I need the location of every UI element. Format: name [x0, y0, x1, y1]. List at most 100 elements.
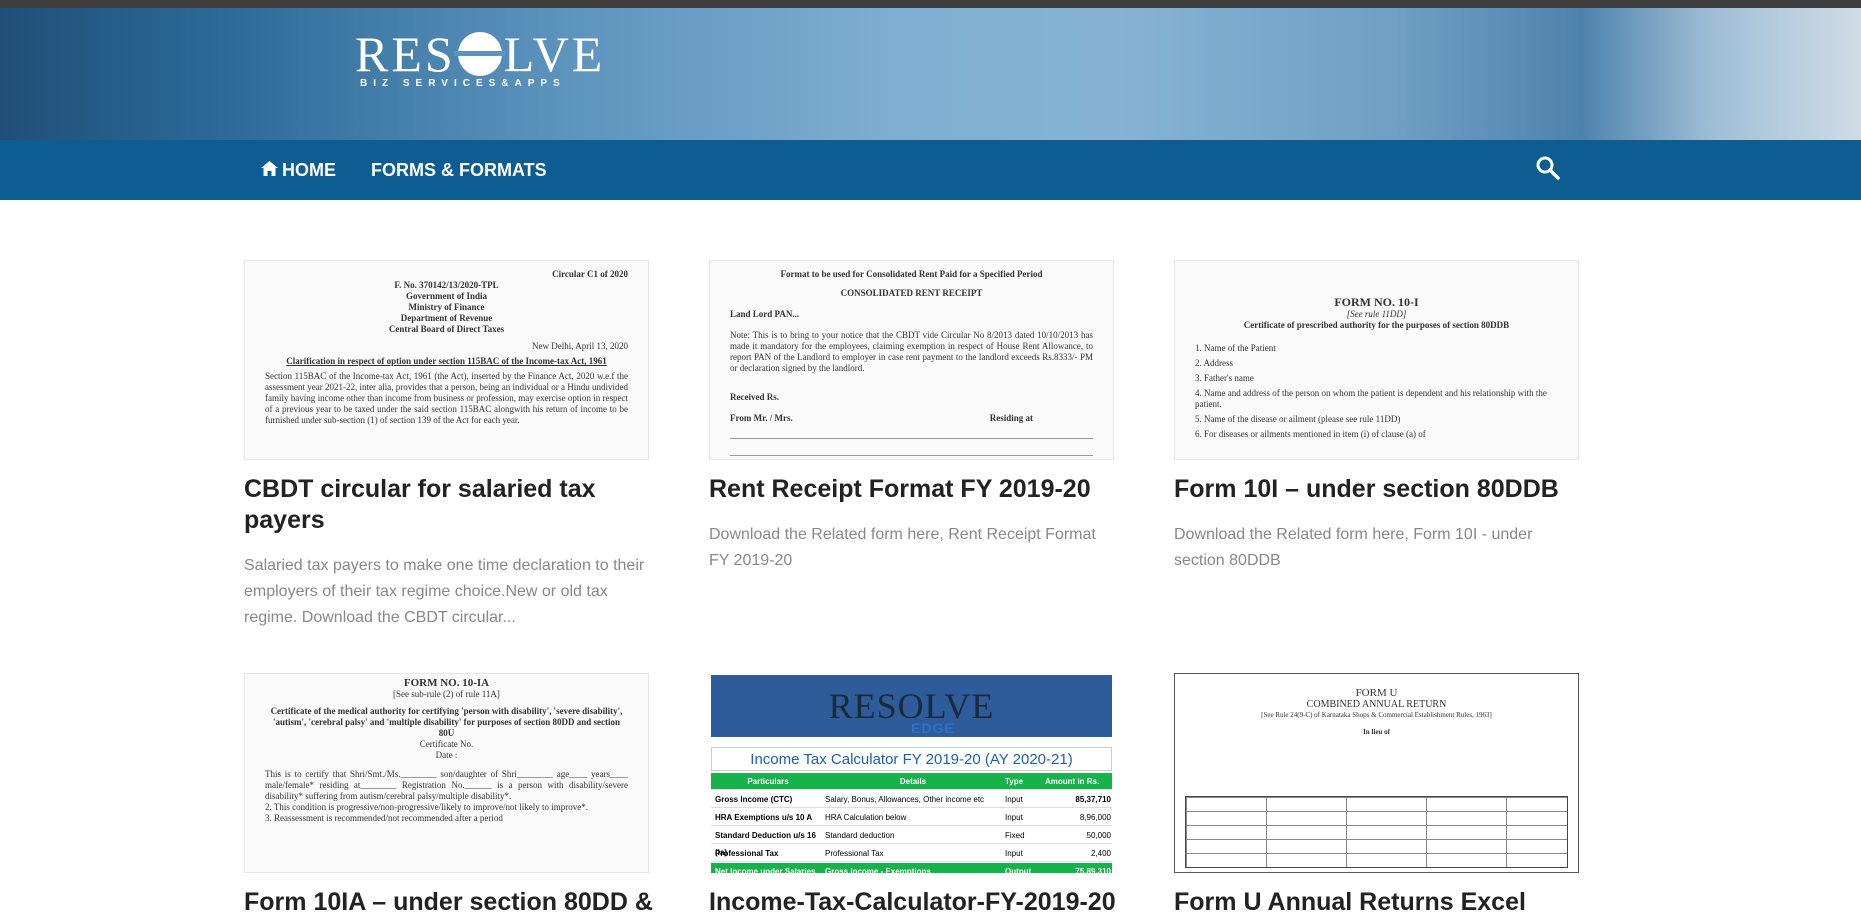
doc-heading: Clarification in respect of option under…	[286, 356, 607, 366]
calc-cell: 50,000	[1086, 831, 1111, 840]
calc-cell: Professional Tax	[715, 849, 779, 858]
post-title[interactable]: Income-Tax-Calculator-FY-2019-20	[709, 887, 1129, 918]
calc-header-row: Particulars Details Type Amount in Rs.	[711, 773, 1112, 790]
post-thumbnail[interactable]: Format to be used for Consolidated Rent …	[709, 260, 1114, 460]
home-icon	[261, 140, 278, 200]
form-grid-table	[1185, 796, 1568, 868]
doc-item: 1. Name of the Patient	[1195, 343, 1276, 353]
doc-rule-ref: [See sub-rule (2) of rule 11A]	[393, 689, 500, 699]
doc-line: Department of Revenue	[400, 313, 493, 323]
doc-heading: FORM NO. 10-IA	[403, 677, 490, 689]
doc-heading: FORM NO. 10-I	[1334, 295, 1419, 309]
logo-text-left: RES	[355, 26, 456, 82]
calc-row: Professional Tax Professional Tax Input …	[711, 845, 1112, 862]
doc-line: Central Board of Direct Taxes	[388, 324, 505, 334]
calc-cell: Input	[1005, 795, 1023, 804]
calc-row: HRA Exemptions u/s 10 A HRA Calculation …	[711, 809, 1112, 826]
calc-title: Income Tax Calculator FY 2019-20 (AY 202…	[711, 747, 1112, 771]
calc-cell: Professional Tax	[825, 849, 884, 858]
doc-heading: FORM U	[1355, 687, 1398, 699]
calc-cell: Standard Deduction u/s 16 (ia)	[715, 831, 816, 857]
post-title[interactable]: Form 10IA – under section 80DD &	[244, 887, 664, 918]
site-logo[interactable]: RES LVE BIZ SERVICES&APPS	[355, 26, 605, 89]
calc-cell: Output	[1005, 867, 1032, 873]
doc-rule	[730, 438, 1093, 439]
post-title[interactable]: Form U Annual Returns Excel	[1174, 887, 1594, 918]
calc-cell: Standard deduction	[825, 831, 895, 840]
doc-heading: CONSOLIDATED RENT RECEIPT	[840, 288, 983, 298]
doc-body: This is to certify that Shri/Smt./Ms.___…	[265, 769, 628, 801]
doc-item: 3. Father's name	[1195, 373, 1254, 383]
post-excerpt: Salaried tax payers to make one time dec…	[244, 557, 645, 626]
doc-received: Received Rs.	[730, 392, 779, 402]
doc-para: 3. Reassessment is recommended/not recom…	[265, 813, 503, 823]
doc-line: Ministry of Finance	[408, 302, 485, 312]
doc-residing: Residing at	[989, 413, 1033, 423]
browser-top-strip	[0, 0, 1861, 8]
logo-text-right: LVE	[503, 26, 606, 82]
doc-pan: Land Lord PAN...	[730, 309, 800, 319]
calc-cell: Fixed	[1005, 831, 1025, 840]
calc-cell: Particulars	[747, 777, 789, 786]
doc-line: F. No. 370142/13/2020-TPL	[394, 280, 499, 290]
calc-cell: HRA Exemptions u/s 10 A	[715, 813, 813, 822]
calc-row: Gross Income (CTC) Salary, Bonus, Allowa…	[711, 791, 1112, 808]
calc-cell: Input	[1005, 849, 1023, 858]
doc-date: New Delhi, April 13, 2020	[532, 341, 628, 351]
post-thumbnail[interactable]: RESOLVE EDGE Income Tax Calculator FY 20…	[709, 673, 1114, 873]
post-excerpt: Download the Related form here, Form 10I…	[1174, 526, 1533, 569]
post-thumbnail[interactable]: FORM NO. 10-IA [See sub-rule (2) of rule…	[244, 673, 649, 873]
doc-para: 2. This condition is progressive/non-pro…	[265, 802, 589, 812]
doc-lieu: In lieu of	[1363, 728, 1390, 736]
post-title[interactable]: Rent Receipt Format FY 2019-20	[709, 474, 1129, 505]
post-excerpt: Download the Related form here, Rent Rec…	[709, 526, 1096, 569]
post-title[interactable]: Form 10I – under section 80DDB	[1174, 474, 1594, 505]
doc-rule-ref: [See Rule 24(9-C) of Karnataka Shops & C…	[1261, 711, 1492, 719]
doc-item: 6. For diseases or ailments mentioned in…	[1195, 429, 1426, 439]
search-button[interactable]	[1536, 156, 1562, 182]
post-thumbnail[interactable]: FORM NO. 10-I [See rule 11DD] Certificat…	[1174, 260, 1579, 460]
calc-brand-banner: RESOLVE EDGE	[711, 675, 1112, 737]
nav-home-label: HOME	[282, 160, 336, 180]
calc-cell: Type	[1005, 777, 1024, 786]
main-navigation: HOME FORMS & FORMATS	[0, 140, 1861, 200]
nav-home-link[interactable]: HOME	[261, 140, 336, 200]
calc-output-row: Net Income under Salaries Gross Income -…	[711, 863, 1112, 873]
doc-item: 4. Name and address of the person on who…	[1195, 388, 1547, 409]
doc-from: From Mr. / Mrs.	[730, 413, 793, 423]
calc-cell: Details	[899, 777, 927, 786]
doc-sub: Certificate of the medical authority for…	[270, 706, 623, 738]
calc-cell: 85,37,710	[1075, 795, 1111, 804]
post-thumbnail[interactable]: Circular C1 of 2020 F. No. 370142/13/202…	[244, 260, 649, 460]
doc-item: 5. Name of the disease or ailment (pleas…	[1195, 414, 1401, 424]
calc-cell: Salary, Bonus, Allowances, Other income …	[825, 795, 985, 804]
calc-cell: Amount in Rs.	[1045, 777, 1100, 786]
calc-cell: Input	[1005, 813, 1023, 822]
doc-rule-ref: [See rule 11DD]	[1346, 309, 1407, 319]
post-thumbnail[interactable]: FORM U COMBINED ANNUAL RETURN [See Rule …	[1174, 673, 1579, 873]
doc-item: 2. Address	[1195, 358, 1233, 368]
calc-cell: Net Income under Salaries	[715, 867, 816, 873]
post-title[interactable]: CBDT circular for salaried tax payers	[244, 474, 664, 536]
calc-cell: Gross Income (CTC)	[715, 795, 793, 804]
calc-cell: 8,96,000	[1079, 813, 1111, 822]
doc-sub: Certificate of prescribed authority for …	[1243, 320, 1510, 330]
calc-cell: Gross Income - Exemptions	[825, 867, 931, 873]
calc-cell: 2,400	[1090, 849, 1111, 858]
doc-sub: COMBINED ANNUAL RETURN	[1306, 699, 1447, 710]
doc-note: Note: This is to bring to your notice th…	[730, 330, 1093, 373]
doc-date: Date :	[435, 750, 458, 760]
doc-body: Section 115BAC of the Income-tax Act, 19…	[265, 371, 628, 425]
doc-cert: Certificate No.	[419, 739, 474, 749]
calc-row: Standard Deduction u/s 16 (ia) Standard …	[711, 827, 1112, 857]
logo-o-icon	[453, 32, 506, 76]
site-header-banner: RES LVE BIZ SERVICES&APPS	[0, 8, 1861, 140]
doc-circular-no: Circular C1 of 2020	[552, 269, 628, 279]
search-icon	[1536, 156, 1560, 180]
calc-cell: HRA Calculation below	[825, 813, 907, 822]
doc-rule	[730, 455, 1093, 456]
nav-forms-formats-link[interactable]: FORMS & FORMATS	[371, 140, 547, 200]
doc-top: Format to be used for Consolidated Rent …	[780, 269, 1043, 279]
doc-line: Government of India	[406, 291, 487, 301]
calc-cell: 75,89,310	[1075, 867, 1111, 873]
